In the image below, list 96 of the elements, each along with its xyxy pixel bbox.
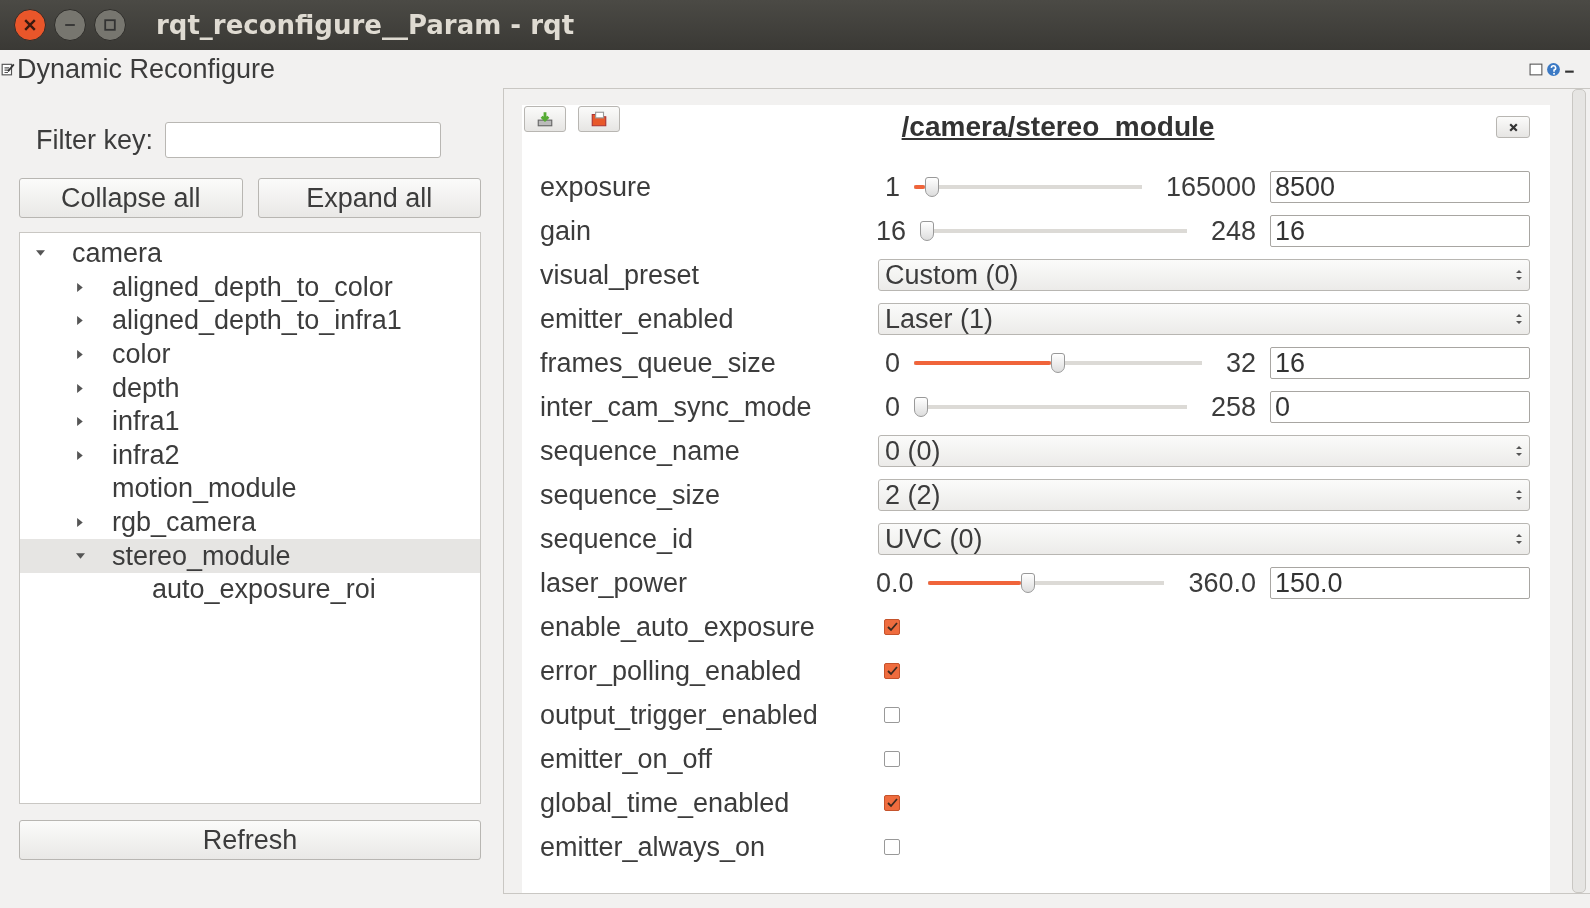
tree-item[interactable]: stereo_module — [20, 539, 480, 573]
dropdown[interactable]: UVC (0) — [878, 523, 1530, 555]
value-field[interactable]: 8500 — [1270, 171, 1530, 203]
updown-arrow-icon — [1515, 313, 1523, 325]
parameter-label: sequence_name — [539, 435, 741, 467]
collapsed-arrow-icon[interactable] — [76, 350, 85, 360]
collapsed-arrow-icon[interactable] — [76, 383, 85, 393]
tree-item[interactable]: aligned_depth_to_infra1 — [20, 304, 480, 338]
help-icon[interactable] — [1546, 61, 1561, 77]
tree-item[interactable]: camera — [20, 237, 480, 271]
parameter-label: emitter_enabled — [539, 303, 735, 335]
node-title: /camera/stereo_module — [900, 111, 1216, 143]
updown-arrow-icon — [1515, 269, 1523, 281]
checkbox[interactable] — [884, 663, 900, 679]
parameter-label: exposure — [539, 171, 653, 203]
dropdown[interactable]: Laser (1) — [878, 303, 1530, 335]
maximize-icon — [104, 19, 116, 31]
slider-handle[interactable] — [920, 221, 935, 241]
updown-arrow-icon — [1515, 533, 1523, 545]
slider-handle[interactable] — [924, 177, 939, 197]
slider-handle[interactable] — [914, 397, 928, 417]
collapsed-arrow-icon[interactable] — [76, 518, 85, 528]
tree-item[interactable]: color — [20, 337, 480, 372]
parameter-label: inter_cam_sync_mode — [539, 391, 813, 423]
save-button[interactable] — [578, 106, 620, 132]
parameter-label: error_polling_enabled — [539, 655, 803, 687]
slider-max: 165000 — [1165, 171, 1256, 203]
slider-handle[interactable] — [1050, 353, 1065, 373]
checkbox[interactable] — [884, 839, 900, 855]
value-field[interactable]: 0 — [1270, 391, 1530, 423]
collapsed-arrow-icon[interactable] — [76, 316, 85, 326]
close-icon — [24, 19, 36, 31]
dropdown[interactable]: 2 (2) — [878, 479, 1530, 511]
expanded-arrow-icon[interactable] — [36, 249, 45, 259]
close-button[interactable] — [1496, 116, 1530, 138]
parameter-label: laser_power — [539, 567, 689, 599]
slider-handle[interactable] — [1021, 573, 1036, 593]
value-field[interactable]: 150.0 — [1270, 567, 1530, 599]
window-icon[interactable] — [1529, 61, 1544, 77]
parameter-label: frames_queue_size — [539, 347, 777, 379]
tree-item[interactable]: motion_module — [20, 472, 480, 506]
parameter-label: enable_auto_exposure — [539, 611, 816, 643]
parameter-label: emitter_always_on — [539, 831, 767, 863]
checkbox[interactable] — [884, 619, 900, 635]
tree-item[interactable]: aligned_depth_to_color — [20, 270, 480, 305]
tree-item[interactable]: rgb_camera — [20, 505, 480, 540]
parameter-label: sequence_size — [539, 479, 722, 511]
slider-max: 258 — [1210, 391, 1256, 423]
slider-min: 0.0 — [876, 567, 914, 599]
filter-field[interactable] — [165, 122, 442, 158]
slider-max: 360.0 — [1188, 567, 1256, 599]
value-field[interactable]: 16 — [1270, 347, 1530, 379]
checkbox[interactable] — [884, 707, 900, 723]
parameter-label: visual_preset — [539, 259, 701, 291]
close-icon — [1507, 121, 1519, 133]
updown-arrow-icon — [1515, 445, 1523, 457]
collapsed-arrow-icon[interactable] — [76, 282, 85, 292]
tree-item[interactable]: auto_exposure_roi — [20, 572, 480, 607]
plugin-title: Dynamic Reconfigure — [17, 53, 276, 85]
download-icon — [536, 110, 554, 128]
slider-fill — [914, 185, 925, 189]
slider-min: 0 — [883, 391, 900, 423]
tree-button[interactable]: Expand all — [257, 178, 481, 218]
slider-min: 1 — [883, 171, 900, 203]
checkbox[interactable] — [884, 795, 900, 811]
tree-item[interactable]: infra2 — [20, 438, 480, 473]
window-title: rqt_reconfigure__Param - rqt — [156, 10, 575, 40]
close-button[interactable] — [14, 9, 46, 41]
expanded-arrow-icon[interactable] — [76, 551, 85, 561]
value-field[interactable]: 16 — [1270, 215, 1530, 247]
scrollbar[interactable] — [1572, 89, 1586, 893]
filter-label: Filter key: — [36, 124, 154, 156]
tree-button[interactable]: Collapse all — [19, 178, 243, 218]
updown-arrow-icon — [1515, 489, 1523, 501]
parameter-label: sequence_id — [539, 523, 695, 555]
edit-icon — [1, 62, 15, 76]
tree-item[interactable]: infra1 — [20, 404, 480, 439]
parameter-label: gain — [539, 215, 593, 247]
slider-min: 0 — [883, 347, 900, 379]
collapsed-arrow-icon[interactable] — [76, 417, 85, 427]
dropdown[interactable]: Custom (0) — [878, 259, 1530, 291]
checkbox[interactable] — [884, 751, 900, 767]
tree-item[interactable]: depth — [20, 371, 480, 405]
minimize-button[interactable] — [54, 9, 86, 41]
refresh-button[interactable]: Refresh — [19, 820, 481, 860]
slider-max: 248 — [1210, 215, 1256, 247]
parameter-label: output_trigger_enabled — [539, 699, 819, 731]
dropdown[interactable]: 0 (0) — [878, 435, 1530, 467]
collapsed-arrow-icon[interactable] — [76, 450, 85, 460]
slider-min: 16 — [876, 215, 907, 247]
parameter-label: emitter_on_off — [539, 743, 714, 775]
slider-max: 32 — [1225, 347, 1256, 379]
parameter-label: global_time_enabled — [539, 787, 791, 819]
load-button[interactable] — [524, 106, 566, 132]
maximize-button[interactable] — [94, 9, 126, 41]
folder-icon — [590, 110, 608, 128]
